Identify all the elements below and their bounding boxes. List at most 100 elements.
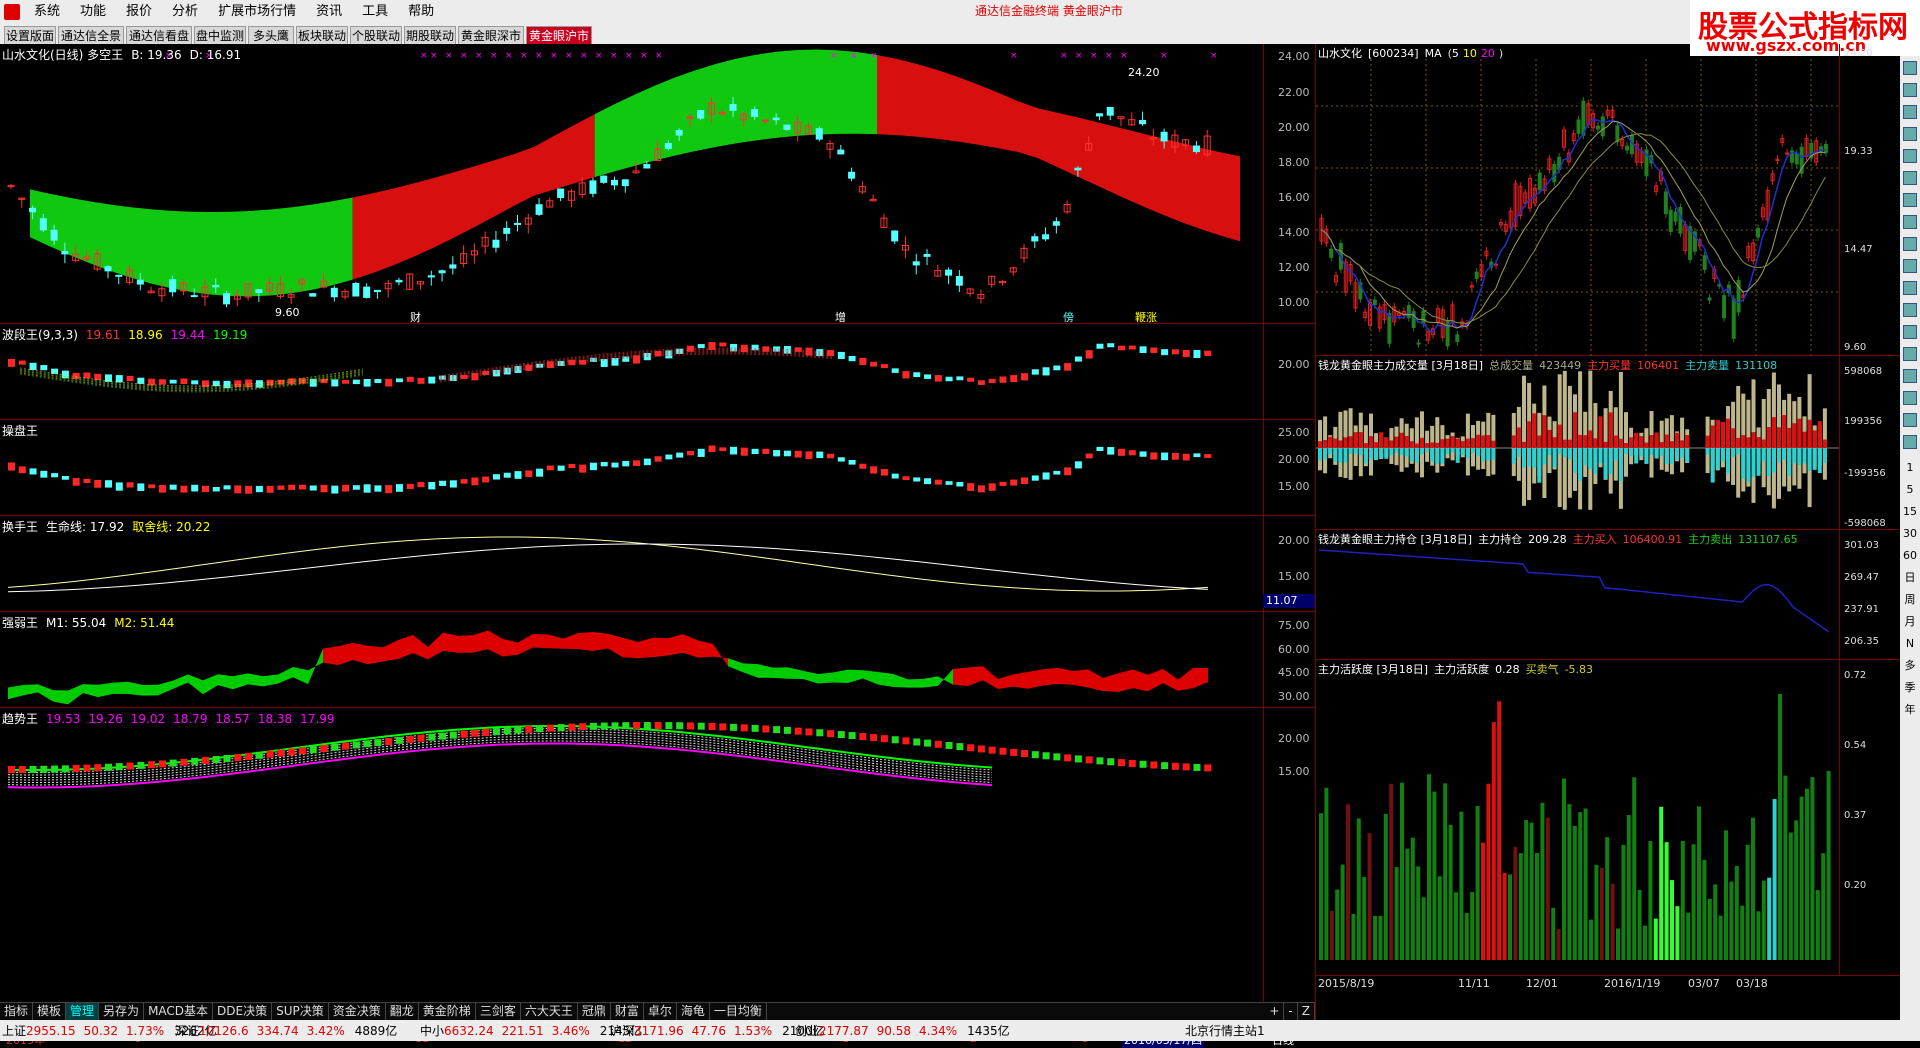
- tool-icon[interactable]: [1903, 391, 1917, 405]
- activity-plot[interactable]: [1316, 660, 1839, 976]
- indicator-tab-2[interactable]: 管理: [66, 1003, 100, 1020]
- tool-icon[interactable]: [1903, 171, 1917, 185]
- strength-area: [308, 648, 323, 685]
- period-button-3[interactable]: 30: [1900, 523, 1920, 545]
- strength-area: [248, 673, 263, 687]
- layout-tab-6[interactable]: 个股联动: [350, 26, 402, 44]
- index-sz[interactable]: 深证10126.6 334.74 3.42% 4889亿: [175, 1022, 397, 1039]
- layout-tab-9[interactable]: 黄金眼沪市: [526, 26, 592, 44]
- tool-icon[interactable]: [1903, 61, 1917, 75]
- indicator-bar: [126, 375, 134, 382]
- index-zx[interactable]: 中小6632.24 221.51 3.46% 2145亿: [420, 1022, 642, 1039]
- tool-icon[interactable]: [1903, 237, 1917, 251]
- tool-icon[interactable]: [1903, 259, 1917, 273]
- app-logo-icon[interactable]: [4, 4, 20, 20]
- tool-icon[interactable]: [1903, 281, 1917, 295]
- kline-candle: [1160, 131, 1168, 142]
- qushi-plot[interactable]: [0, 708, 1263, 1030]
- menu-item-7[interactable]: 帮助: [398, 0, 444, 24]
- kline-plot[interactable]: × × × × × × × × × × × × × × × × × × × × × × × × × × × × × ×24.209.60 财…: [0, 44, 1263, 324]
- main-chart-area[interactable]: 山水文化(日线) 多空王 B: 19.36 D: 16.91 × × × × × × × × × × ×…: [0, 44, 1315, 1048]
- holding-plot[interactable]: [1316, 530, 1839, 660]
- zoom-button-2[interactable]: Z: [1298, 1003, 1315, 1020]
- layout-tab-7[interactable]: 期股联动: [404, 26, 456, 44]
- indicator-tab-3[interactable]: 另存为: [99, 1003, 145, 1020]
- period-button-1[interactable]: 5: [1900, 479, 1920, 501]
- indicator-tab-9[interactable]: 黄金阶梯: [419, 1003, 476, 1020]
- menu-item-2[interactable]: 报价: [116, 0, 162, 24]
- period-button-7[interactable]: 月: [1900, 611, 1920, 633]
- qiangruo-panel[interactable]: 强弱王 M1: 55.04 M2: 51.44 75.00 60.00 45.00 30.…: [0, 612, 1315, 708]
- indicator-tab-5[interactable]: DDE决策: [213, 1003, 273, 1020]
- tool-icon[interactable]: [1903, 83, 1917, 97]
- period-button-2[interactable]: 15: [1900, 501, 1920, 523]
- layout-tab-8[interactable]: 黄金眼深市: [458, 26, 524, 44]
- period-button-6[interactable]: 周: [1900, 589, 1920, 611]
- price-ma-panel[interactable]: 山水文化 [600234] MA (5 10 20) 24.20 19.33 14.47 9.6…: [1316, 44, 1901, 356]
- index-cy[interactable]: 创业2177.87 90.58 4.34% 1435亿: [795, 1022, 1010, 1039]
- tool-icon[interactable]: [1903, 413, 1917, 427]
- huanshou-panel[interactable]: 换手王 生命线: 17.92 取舍线: 20.22 20.00 15.00 11.07: [0, 516, 1315, 612]
- indicator-tab-7[interactable]: 资金决策: [329, 1003, 386, 1020]
- bolang-panel[interactable]: 波段王(9,3,3) 19.61 18.96 19.44 19.19 20.00: [0, 324, 1315, 420]
- tool-icon[interactable]: [1903, 193, 1917, 207]
- layout-tab-5[interactable]: 板块联动: [296, 26, 348, 44]
- tool-icon[interactable]: [1903, 325, 1917, 339]
- volume-panel[interactable]: 钱龙黄金眼主力成交量 [3月18日] 总成交量 423449 主力买量 106401 主力…: [1316, 356, 1901, 530]
- qushi-panel[interactable]: 趋势王 19.53 19.26 19.02 18.79 18.57 18.38 17.99 2…: [0, 708, 1315, 1030]
- indicator-tab-4[interactable]: MACD基本: [144, 1003, 214, 1020]
- holding-panel[interactable]: 钱龙黄金眼主力持仓 [3月18日] 主力持仓 209.28 主力买入 106400.91…: [1316, 530, 1901, 660]
- layout-tab-4[interactable]: 多头鹰: [248, 26, 294, 44]
- period-button-4[interactable]: 60: [1900, 545, 1920, 567]
- tool-icon[interactable]: [1903, 347, 1917, 361]
- caopan-plot[interactable]: [0, 420, 1263, 516]
- volume-plot[interactable]: [1316, 356, 1839, 530]
- layout-tab-0[interactable]: 设置版面: [4, 26, 56, 44]
- period-button-8[interactable]: N: [1900, 633, 1920, 655]
- caopan-panel[interactable]: 操盘王 25.00 20.00 15.00: [0, 420, 1315, 516]
- indicator-tab-1[interactable]: 模板: [33, 1003, 67, 1020]
- server-name[interactable]: 北京行情主站1: [1185, 1022, 1265, 1039]
- indicator-tab-10[interactable]: 三剑客: [476, 1003, 521, 1020]
- period-button-9[interactable]: 多: [1900, 655, 1920, 677]
- index-hs[interactable]: 沪深3171.96 47.76 1.53% 2100亿: [610, 1022, 825, 1039]
- zoom-button-0[interactable]: +: [1265, 1003, 1285, 1020]
- kline-panel[interactable]: 山水文化(日线) 多空王 B: 19.36 D: 16.91 × × × × × × × × × × ×…: [0, 44, 1315, 324]
- indicator-bar: [137, 377, 145, 384]
- price-plot[interactable]: [1316, 44, 1839, 356]
- menu-item-6[interactable]: 工具: [352, 0, 398, 24]
- layout-tab-3[interactable]: 盘中监测: [194, 26, 246, 44]
- indicator-tab-6[interactable]: SUP决策: [272, 1003, 329, 1020]
- period-button-0[interactable]: 1: [1900, 457, 1920, 479]
- right-panel[interactable]: 山水文化 [600234] MA (5 10 20) 24.20 19.33 14.47 9.6…: [1315, 44, 1901, 1020]
- period-button-5[interactable]: 日: [1900, 567, 1920, 589]
- menu-item-4[interactable]: 扩展市场行情: [208, 0, 306, 24]
- tool-icon[interactable]: [1903, 435, 1917, 449]
- indicator-tab-15[interactable]: 海龟: [677, 1003, 710, 1020]
- tool-icon[interactable]: [1903, 369, 1917, 383]
- indicator-tab-16[interactable]: 一目均衡: [710, 1003, 767, 1020]
- menu-item-3[interactable]: 分析: [162, 0, 208, 24]
- indicator-tab-14[interactable]: 卓尔: [644, 1003, 677, 1020]
- layout-tab-2[interactable]: 通达信看盘: [126, 26, 192, 44]
- layout-tab-1[interactable]: 通达信全景: [58, 26, 124, 44]
- menu-item-0[interactable]: 系统: [24, 0, 70, 24]
- indicator-tab-11[interactable]: 六大天王: [521, 1003, 578, 1020]
- tool-icon[interactable]: [1903, 127, 1917, 141]
- menu-item-5[interactable]: 资讯: [306, 0, 352, 24]
- tool-icon[interactable]: [1903, 105, 1917, 119]
- activity-panel[interactable]: 主力活跃度 [3月18日] 主力活跃度 0.28 买卖气 -5.83 0.72 0.54 0…: [1316, 660, 1901, 976]
- tool-icon[interactable]: [1903, 215, 1917, 229]
- indicator-tab-0[interactable]: 指标: [0, 1003, 34, 1020]
- tool-icon[interactable]: [1903, 149, 1917, 163]
- trend-block: [417, 734, 425, 742]
- tool-icon[interactable]: [1903, 303, 1917, 317]
- indicator-tab-8[interactable]: 翻龙: [386, 1003, 419, 1020]
- period-button-10[interactable]: 季: [1900, 677, 1920, 699]
- indicator-tab-12[interactable]: 冠鼎: [578, 1003, 611, 1020]
- menu-item-1[interactable]: 功能: [70, 0, 116, 24]
- zoom-button-1[interactable]: -: [1284, 1003, 1298, 1020]
- period-button-11[interactable]: 年: [1900, 699, 1920, 721]
- qiangruo-plot[interactable]: [0, 612, 1263, 708]
- indicator-tab-13[interactable]: 财富: [611, 1003, 644, 1020]
